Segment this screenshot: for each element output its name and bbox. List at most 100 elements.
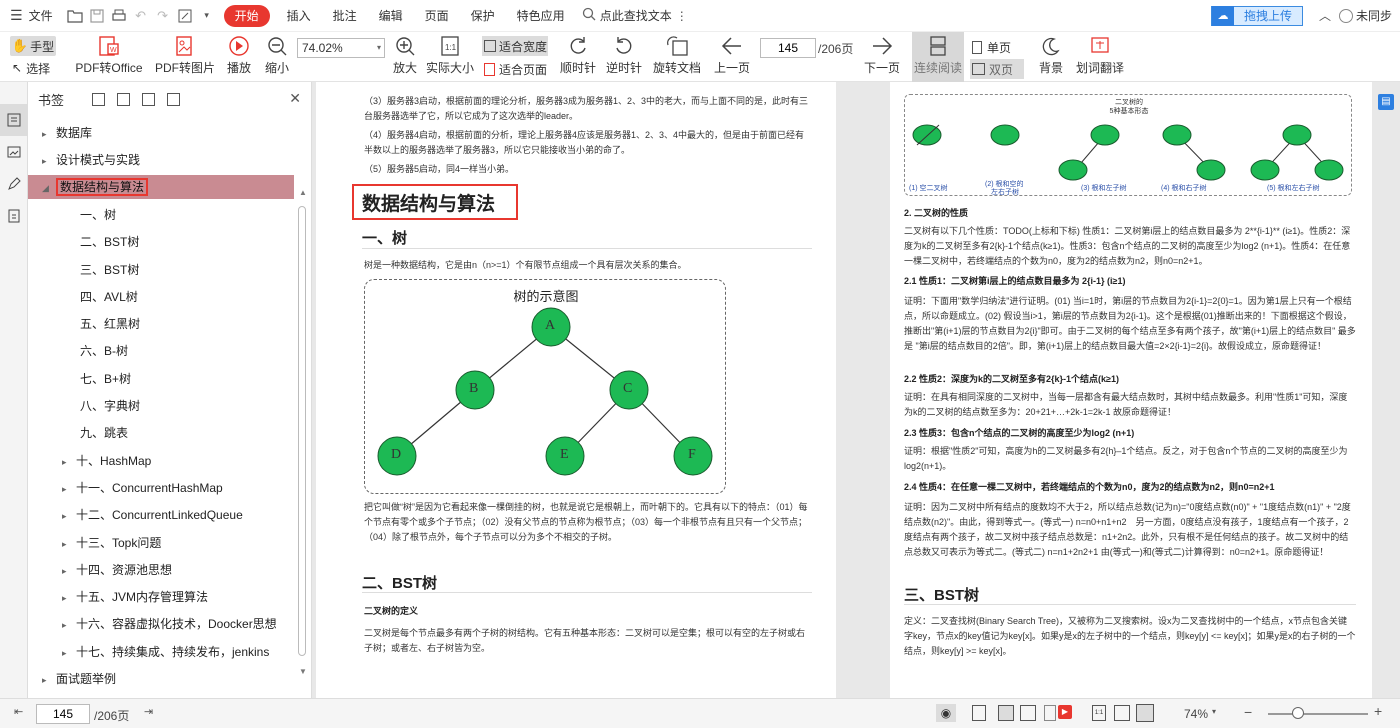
expand-arrow-icon[interactable]: ▸ [62,476,76,502]
expand-arrow-icon[interactable]: ▸ [62,585,76,611]
pdf-to-office-button[interactable]: W PDF转Office [72,32,146,82]
fit-status-icon[interactable] [1114,705,1130,721]
zoom-out-button[interactable]: 缩小 [262,32,292,82]
single-view-icon[interactable] [972,705,986,721]
zoom-minus-icon[interactable]: − [1244,704,1252,720]
expand-arrow-icon[interactable]: ◢ [42,176,56,200]
menu-edit[interactable]: 编辑 [368,0,414,32]
rotate-cw-button[interactable]: 顺时针 [560,32,596,82]
last-page-icon[interactable]: ⇥ [144,705,153,718]
redo-icon[interactable]: ↷ [152,5,174,27]
edit-icon[interactable] [174,5,196,27]
document-area[interactable]: （3）服务器3启动，根据前面的理论分析，服务器3成为服务器1、2、3中的老大，而… [312,82,1400,698]
play-status-icon[interactable]: ▶ [1058,705,1072,719]
expand-arrow-icon[interactable]: ▸ [42,121,56,147]
first-page-icon[interactable]: ⇤ [14,705,23,718]
more-icon[interactable]: ⋮ [676,9,688,23]
eye-icon[interactable]: ◉ [936,704,956,722]
attachment-icon[interactable] [0,200,28,232]
bookmark-item[interactable]: 二、BST树 [28,229,294,255]
menu-annotate[interactable]: 批注 [322,0,368,32]
bookmark-item[interactable]: 九、跳表 [28,420,294,446]
zoom-plus-icon[interactable]: + [1374,703,1382,719]
continuous-read-button[interactable]: 连续阅读 [912,32,964,82]
bookmark-item[interactable]: ▸ 十五、JVM内存管理算法 [28,584,294,610]
search-text[interactable]: 点此查找文本 [600,7,672,24]
bookmark-item[interactable]: 四、AVL树 [28,284,294,310]
fit-page-button[interactable]: 适合页面 [484,59,547,79]
side-tool-icon[interactable]: ▤ [1378,94,1394,110]
fit-width-button[interactable]: 适合宽度 [482,36,548,56]
page-number-input[interactable] [760,38,816,58]
bookmark-item[interactable]: 一、树 [28,202,294,228]
bookmark-delete-icon[interactable] [167,92,181,106]
upload-button[interactable]: ☁ 拖拽上传 [1210,5,1303,26]
chevron-up-icon[interactable]: ︿ [1319,7,1331,24]
bookmark-item[interactable]: ▸ 十四、资源池思想 [28,557,294,583]
bookmark-expand-icon[interactable] [117,92,131,106]
save-icon[interactable] [86,5,108,27]
expand-arrow-icon[interactable]: ▸ [62,503,76,529]
bookmark-item[interactable]: ▸ 十、HashMap [28,448,294,474]
rotate-ccw-button[interactable]: 逆时针 [606,32,642,82]
actual-size-status-icon[interactable]: 1:1 [1092,705,1106,721]
prev-page-button[interactable]: 上一页 [712,32,752,82]
bookmark-item[interactable]: 三、BST树 [28,257,294,283]
annotation-icon[interactable] [0,168,28,200]
bookmark-item[interactable]: ▸ 面试题举例 [28,666,294,692]
expand-arrow-icon[interactable]: ▸ [42,667,56,693]
search-icon[interactable] [582,7,596,24]
expand-arrow-icon[interactable]: ▸ [62,449,76,475]
background-button[interactable]: 背景 [1034,32,1068,82]
bookmark-item[interactable]: ▸ 十三、Topk问题 [28,530,294,556]
expand-arrow-icon[interactable]: ▸ [42,148,56,174]
bookmark-panel-icon[interactable] [0,104,28,136]
bookmark-item[interactable]: 七、B+树 [28,366,294,392]
zoom-slider[interactable] [1268,713,1368,715]
zoom-dropdown-icon[interactable]: ▾ [1212,707,1216,716]
thumbnail-icon[interactable] [0,136,28,168]
bookmark-item[interactable]: 八、字典树 [28,393,294,419]
select-tool-button[interactable]: ↖ 选择 [12,58,50,78]
chevron-down-icon[interactable]: ▾ [196,5,218,27]
menu-features[interactable]: 特色应用 [506,0,576,32]
bookmark-collapse-icon[interactable] [142,92,156,106]
undo-icon[interactable]: ↶ [130,5,152,27]
sync-status[interactable]: 未同步 [1356,7,1392,24]
pdf-to-image-button[interactable]: PDF转图片 [155,32,215,82]
fit-width-status-icon[interactable] [1136,704,1154,722]
bookmark-add-icon[interactable] [92,92,106,106]
expand-arrow-icon[interactable]: ▸ [62,612,76,638]
next-page-button[interactable]: 下一页 [862,32,902,82]
double-view-icon[interactable] [998,705,1014,721]
bookmark-item[interactable]: ▸ 十一、ConcurrentHashMap [28,475,294,501]
bookmark-item[interactable]: ▸ 十七、持续集成、持续发布，jenkins [28,639,294,665]
status-page-input[interactable] [36,704,90,724]
translate-button[interactable]: 划词翻译 [1076,32,1124,82]
bookmark-item[interactable]: ▸ 设计模式与实践 [28,147,294,173]
expand-arrow-icon[interactable]: ▸ [62,558,76,584]
rotate-doc-button[interactable]: 旋转文档 [652,32,702,82]
book-view-icon[interactable] [1020,705,1036,721]
bookmark-item[interactable]: 六、B-树 [28,338,294,364]
text-view-icon[interactable] [1044,705,1056,721]
bookmark-item[interactable]: ▸ 十六、容器虚拟化技术，Doocker思想 [28,611,294,637]
hamburger-icon[interactable]: ☰ [10,7,23,24]
bookmark-item[interactable]: ▸ 十二、ConcurrentLinkedQueue [28,502,294,528]
menu-page[interactable]: 页面 [414,0,460,32]
scrollbar[interactable]: ▲ ▼ [297,188,307,676]
scrollbar-thumb[interactable] [298,206,306,656]
play-button[interactable]: 播放 [224,32,254,82]
hand-tool-button[interactable]: ✋ 手型 [10,36,56,56]
expand-arrow-icon[interactable]: ▸ [62,531,76,557]
menu-insert[interactable]: 插入 [276,0,322,32]
bookmark-item[interactable]: 五、红黑树 [28,311,294,337]
open-folder-icon[interactable] [64,5,86,27]
zoom-select[interactable]: 74.02% ▾ [297,38,385,58]
menu-file[interactable]: 文件 [23,0,64,32]
bookmark-item[interactable]: ▸ 数据库 [28,120,294,146]
double-page-button[interactable]: 双页 [970,59,1024,79]
zoom-slider-handle[interactable] [1292,707,1304,719]
single-page-button[interactable]: 单页 [972,37,1011,57]
menu-protect[interactable]: 保护 [460,0,506,32]
